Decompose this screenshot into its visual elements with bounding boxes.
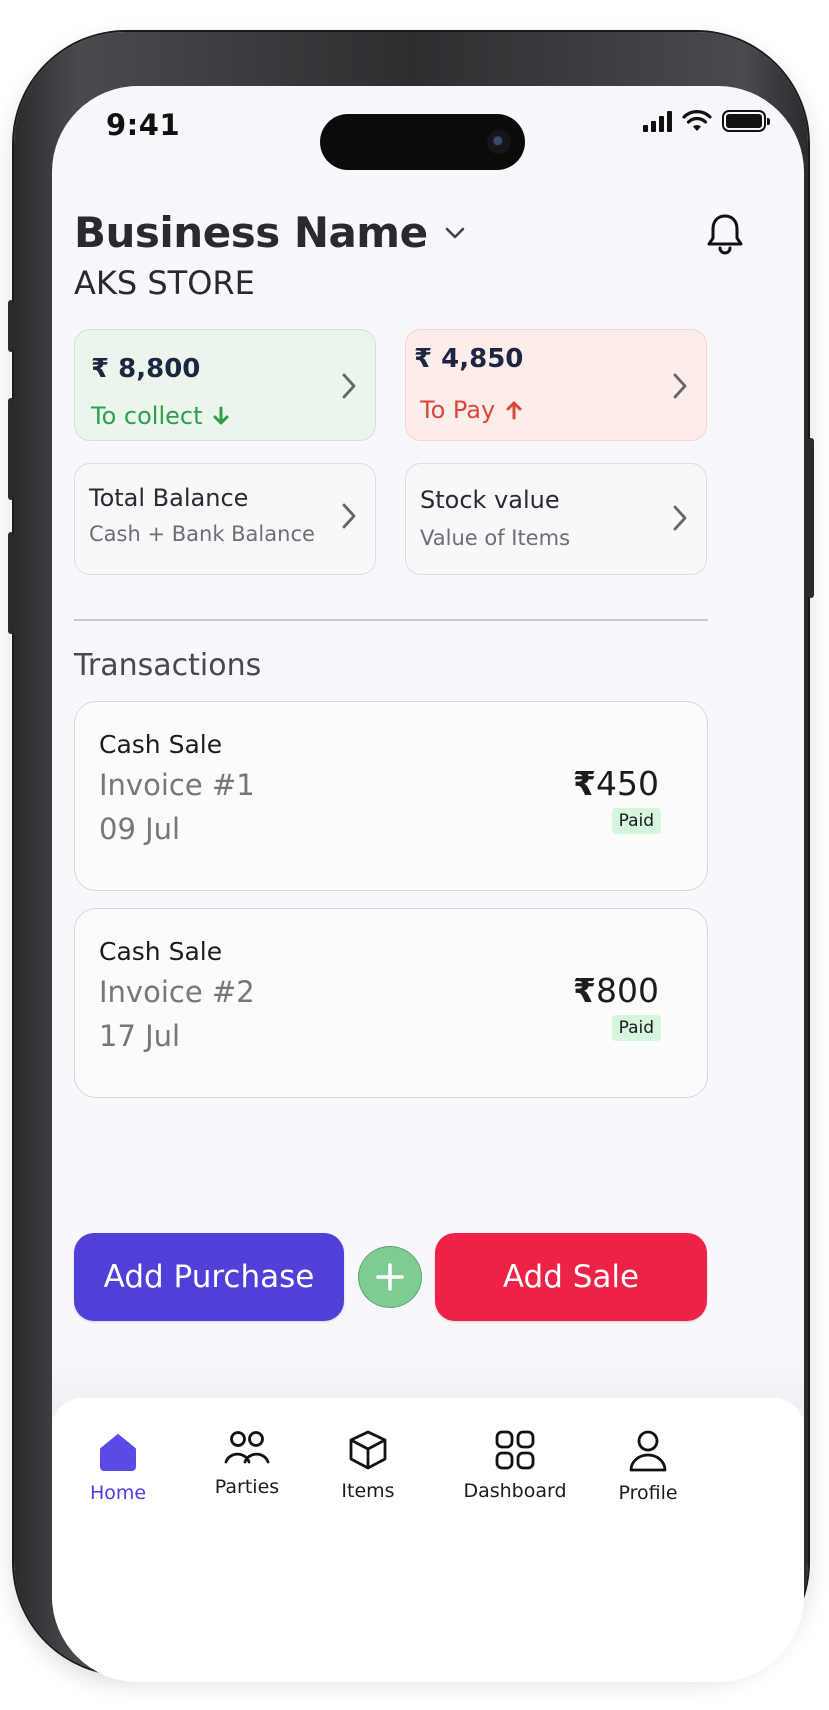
transaction-invoice: Invoice #1 [99, 768, 255, 802]
parties-icon [224, 1431, 270, 1464]
transactions-heading: Transactions [74, 648, 262, 683]
to-collect-label: To collect [91, 402, 203, 430]
business-name-label: Business Name [74, 208, 428, 257]
home-icon [100, 1434, 136, 1471]
app-screen: 9:41 Business Name AKS STORE ₹ 8,800 To … [52, 86, 804, 1682]
stock-value-title: Stock value [420, 486, 560, 514]
arrow-down-icon [213, 406, 229, 425]
to-pay-label: To Pay [420, 396, 496, 424]
camera-icon [487, 130, 511, 154]
chevron-right-icon [673, 373, 687, 399]
chevron-right-icon [673, 505, 687, 531]
transaction-date: 09 Jul [99, 812, 181, 846]
to-pay-card[interactable]: ₹ 4,850 To Pay [405, 329, 707, 441]
stock-value-desc: Value of Items [420, 526, 571, 550]
status-icons [643, 110, 770, 132]
total-balance-title: Total Balance [89, 484, 249, 512]
nav-item-parties[interactable]: Parties [202, 1428, 292, 1498]
to-collect-label-row: To collect [91, 402, 230, 430]
total-balance-card[interactable]: Total Balance Cash + Bank Balance [74, 463, 376, 575]
nav-label: Items [341, 1480, 395, 1502]
nav-item-items[interactable]: Items [328, 1428, 408, 1502]
transaction-card[interactable]: Cash Sale Invoice #2 17 Jul ₹800 Paid [74, 908, 708, 1098]
box-icon [349, 1430, 387, 1470]
to-collect-amount: ₹ 8,800 [91, 354, 201, 384]
cellular-signal-icon [643, 110, 672, 132]
transaction-amount: ₹450 [573, 764, 659, 803]
wifi-icon [682, 110, 712, 131]
transaction-amount: ₹800 [573, 971, 659, 1010]
to-pay-amount: ₹ 4,850 [414, 344, 524, 374]
status-badge: Paid [611, 1015, 661, 1041]
power-button [808, 438, 814, 598]
transaction-amount-value: 800 [596, 971, 659, 1010]
nav-item-dashboard[interactable]: Dashboard [452, 1428, 578, 1502]
arrow-up-icon [506, 401, 522, 420]
add-sale-button[interactable]: Add Sale [435, 1233, 707, 1321]
nav-label: Profile [618, 1482, 678, 1504]
to-pay-label-row: To Pay [420, 396, 523, 424]
transaction-invoice: Invoice #2 [99, 975, 255, 1009]
store-name: AKS STORE [74, 264, 255, 302]
profile-icon [629, 1430, 667, 1472]
transaction-amount-value: 450 [596, 764, 659, 803]
business-selector[interactable]: Business Name [74, 208, 466, 257]
nav-label: Dashboard [463, 1480, 567, 1502]
mute-switch [8, 300, 14, 352]
nav-item-home[interactable]: Home [78, 1430, 158, 1504]
to-collect-card[interactable]: ₹ 8,800 To collect [74, 329, 376, 441]
status-time: 9:41 [106, 108, 181, 142]
dashboard-icon [495, 1430, 535, 1470]
chevron-right-icon [342, 503, 356, 529]
section-divider [74, 619, 708, 621]
plus-icon [376, 1263, 404, 1291]
bottom-navigation: Home Parties Items Dashboard Profile [52, 1398, 804, 1682]
transaction-type: Cash Sale [99, 730, 223, 759]
status-badge: Paid [611, 808, 661, 834]
rupee-symbol: ₹ [573, 971, 596, 1010]
volume-down-button [8, 532, 14, 634]
nav-label: Home [89, 1482, 147, 1504]
rupee-symbol: ₹ [573, 764, 596, 803]
add-purchase-button[interactable]: Add Purchase [74, 1233, 344, 1321]
notification-bell-icon[interactable] [702, 211, 748, 257]
stock-value-card[interactable]: Stock value Value of Items [405, 463, 707, 575]
chevron-down-icon [445, 227, 464, 238]
battery-icon [722, 110, 770, 132]
transaction-card[interactable]: Cash Sale Invoice #1 09 Jul ₹450 Paid [74, 701, 708, 891]
nav-item-profile[interactable]: Profile [608, 1428, 688, 1504]
nav-label: Parties [214, 1476, 280, 1498]
volume-up-button [8, 398, 14, 500]
transaction-type: Cash Sale [99, 937, 223, 966]
total-balance-desc: Cash + Bank Balance [89, 522, 315, 546]
dynamic-island [320, 114, 525, 170]
transaction-date: 17 Jul [99, 1019, 181, 1053]
chevron-right-icon [342, 373, 356, 399]
quick-add-button[interactable] [358, 1246, 422, 1308]
